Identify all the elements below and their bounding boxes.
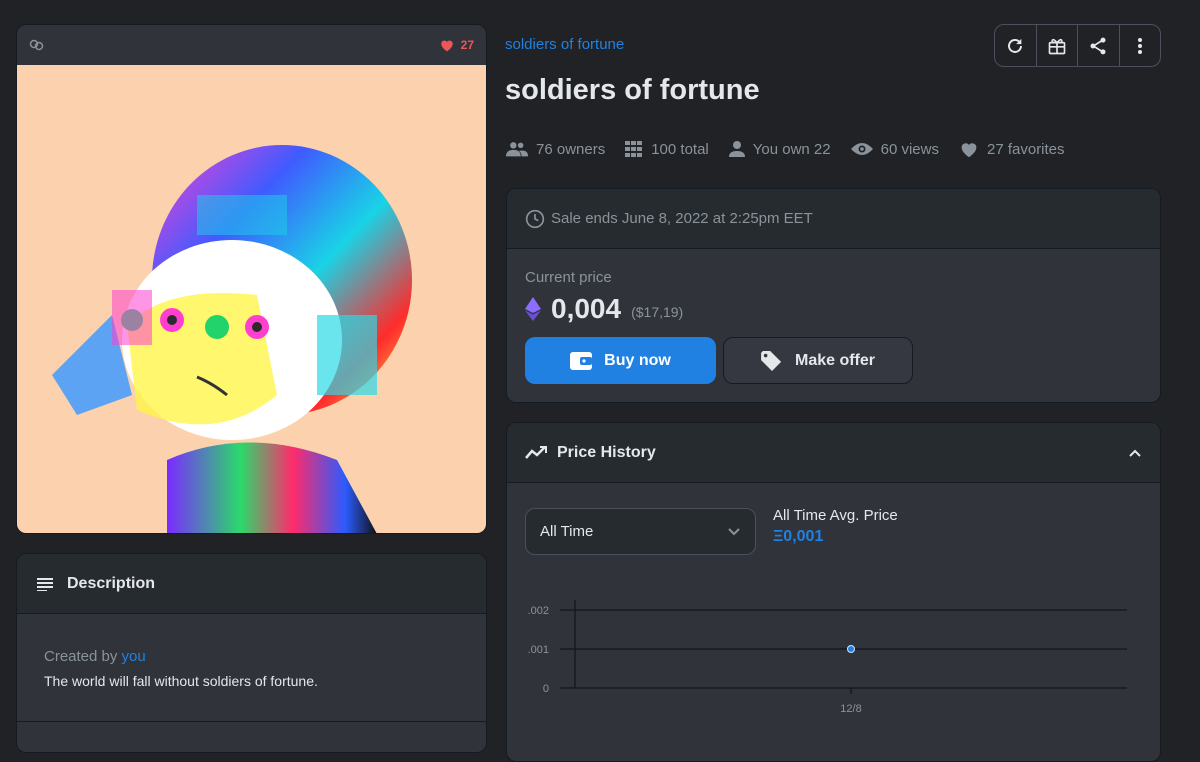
more-button[interactable]: [1120, 25, 1161, 66]
avg-price-label: All Time Avg. Price: [773, 507, 898, 524]
created-by-prefix: Created by: [44, 648, 118, 665]
total-stat: 100 total: [625, 140, 709, 158]
price-history-card: Price History All Time All Time Avg. Pri…: [506, 422, 1161, 762]
description-icon: [37, 577, 53, 591]
sale-ends: Sale ends June 8, 2022 at 2:25pm EET: [551, 210, 813, 227]
tag-icon: [761, 350, 782, 371]
description-text: The world will fall without soldiers of …: [44, 673, 318, 689]
gift-icon: [1048, 38, 1066, 54]
trending-icon: [525, 445, 547, 459]
sale-header: Sale ends June 8, 2022 at 2:25pm EET: [507, 189, 1160, 249]
description-body: Created by you The world will fall witho…: [17, 614, 486, 689]
avg-price-value: Ξ0,001: [773, 528, 824, 545]
wallet-icon: [570, 351, 593, 370]
buy-now-button[interactable]: Buy now: [525, 337, 716, 384]
description-card: Description Created by you The world wil…: [16, 553, 487, 753]
eye-icon: [850, 143, 873, 155]
sale-card: Sale ends June 8, 2022 at 2:25pm EET Cur…: [506, 188, 1161, 403]
clock-icon: [525, 209, 545, 228]
owners-stat[interactable]: 76 owners: [506, 140, 605, 158]
creator-link[interactable]: you: [122, 648, 146, 665]
heart-icon: [440, 40, 453, 52]
description-heading: Description: [67, 574, 156, 592]
share-button[interactable]: [1078, 25, 1120, 66]
person-icon: [728, 141, 745, 157]
price-history-heading: Price History: [557, 443, 656, 461]
created-by: Created by you: [44, 648, 459, 665]
people-icon: [506, 142, 528, 157]
buy-now-label: Buy now: [604, 351, 671, 369]
price-history-chart: .002 .001 0 12/8: [528, 600, 1127, 715]
chain-icon: [29, 37, 45, 53]
favorite-button[interactable]: 27: [439, 38, 474, 52]
divider: [17, 721, 486, 722]
more-icon: [1137, 37, 1142, 54]
item-stats: 76 owners 100 total You own 22 60 views …: [506, 140, 1065, 158]
total-label: 100 total: [651, 140, 709, 158]
chevron-up-icon[interactable]: [1128, 448, 1142, 458]
x-tick-label: 12/8: [840, 703, 861, 715]
grid-icon: [625, 141, 643, 157]
nft-artwork[interactable]: [17, 65, 486, 533]
favorite-count: 27: [460, 38, 474, 52]
asset-card-header: 27: [17, 25, 486, 65]
price-history-header[interactable]: Price History: [507, 423, 1160, 483]
time-range-select[interactable]: All Time: [525, 508, 756, 555]
favorites-stat[interactable]: 27 favorites: [959, 140, 1065, 158]
you-own-stat: You own 22: [728, 140, 831, 158]
refresh-button[interactable]: [995, 25, 1037, 66]
owners-label: 76 owners: [536, 140, 606, 158]
ethereum-icon: [525, 297, 541, 321]
time-range-value: All Time: [540, 523, 594, 540]
share-icon: [1090, 37, 1106, 54]
make-offer-button[interactable]: Make offer: [723, 337, 913, 384]
favorites-label: 27 favorites: [986, 140, 1065, 158]
price-usd: ($17,19): [631, 304, 684, 320]
price-row: 0,004 ($17,19): [525, 293, 683, 325]
item-title: soldiers of fortune: [505, 74, 760, 106]
make-offer-label: Make offer: [794, 351, 876, 369]
gift-button[interactable]: [1037, 25, 1078, 66]
price-value: 0,004: [551, 293, 622, 324]
description-header[interactable]: Description: [17, 554, 486, 614]
item-toolbar: [994, 24, 1161, 67]
current-price-label: Current price: [525, 269, 612, 286]
refresh-icon: [1008, 38, 1023, 53]
views-stat: 60 views: [850, 140, 939, 158]
chevron-down-icon: [728, 527, 740, 535]
asset-image-card: 27: [16, 24, 487, 534]
collection-link[interactable]: soldiers of fortune: [505, 36, 624, 53]
heart-icon: [961, 143, 977, 158]
views-label: 60 views: [880, 140, 939, 158]
you-own-label: You own 22: [752, 140, 831, 158]
data-point: [847, 645, 855, 653]
y-tick-label: 0: [543, 683, 549, 695]
y-tick-label: .001: [528, 644, 549, 656]
y-tick-label: .002: [528, 605, 549, 617]
